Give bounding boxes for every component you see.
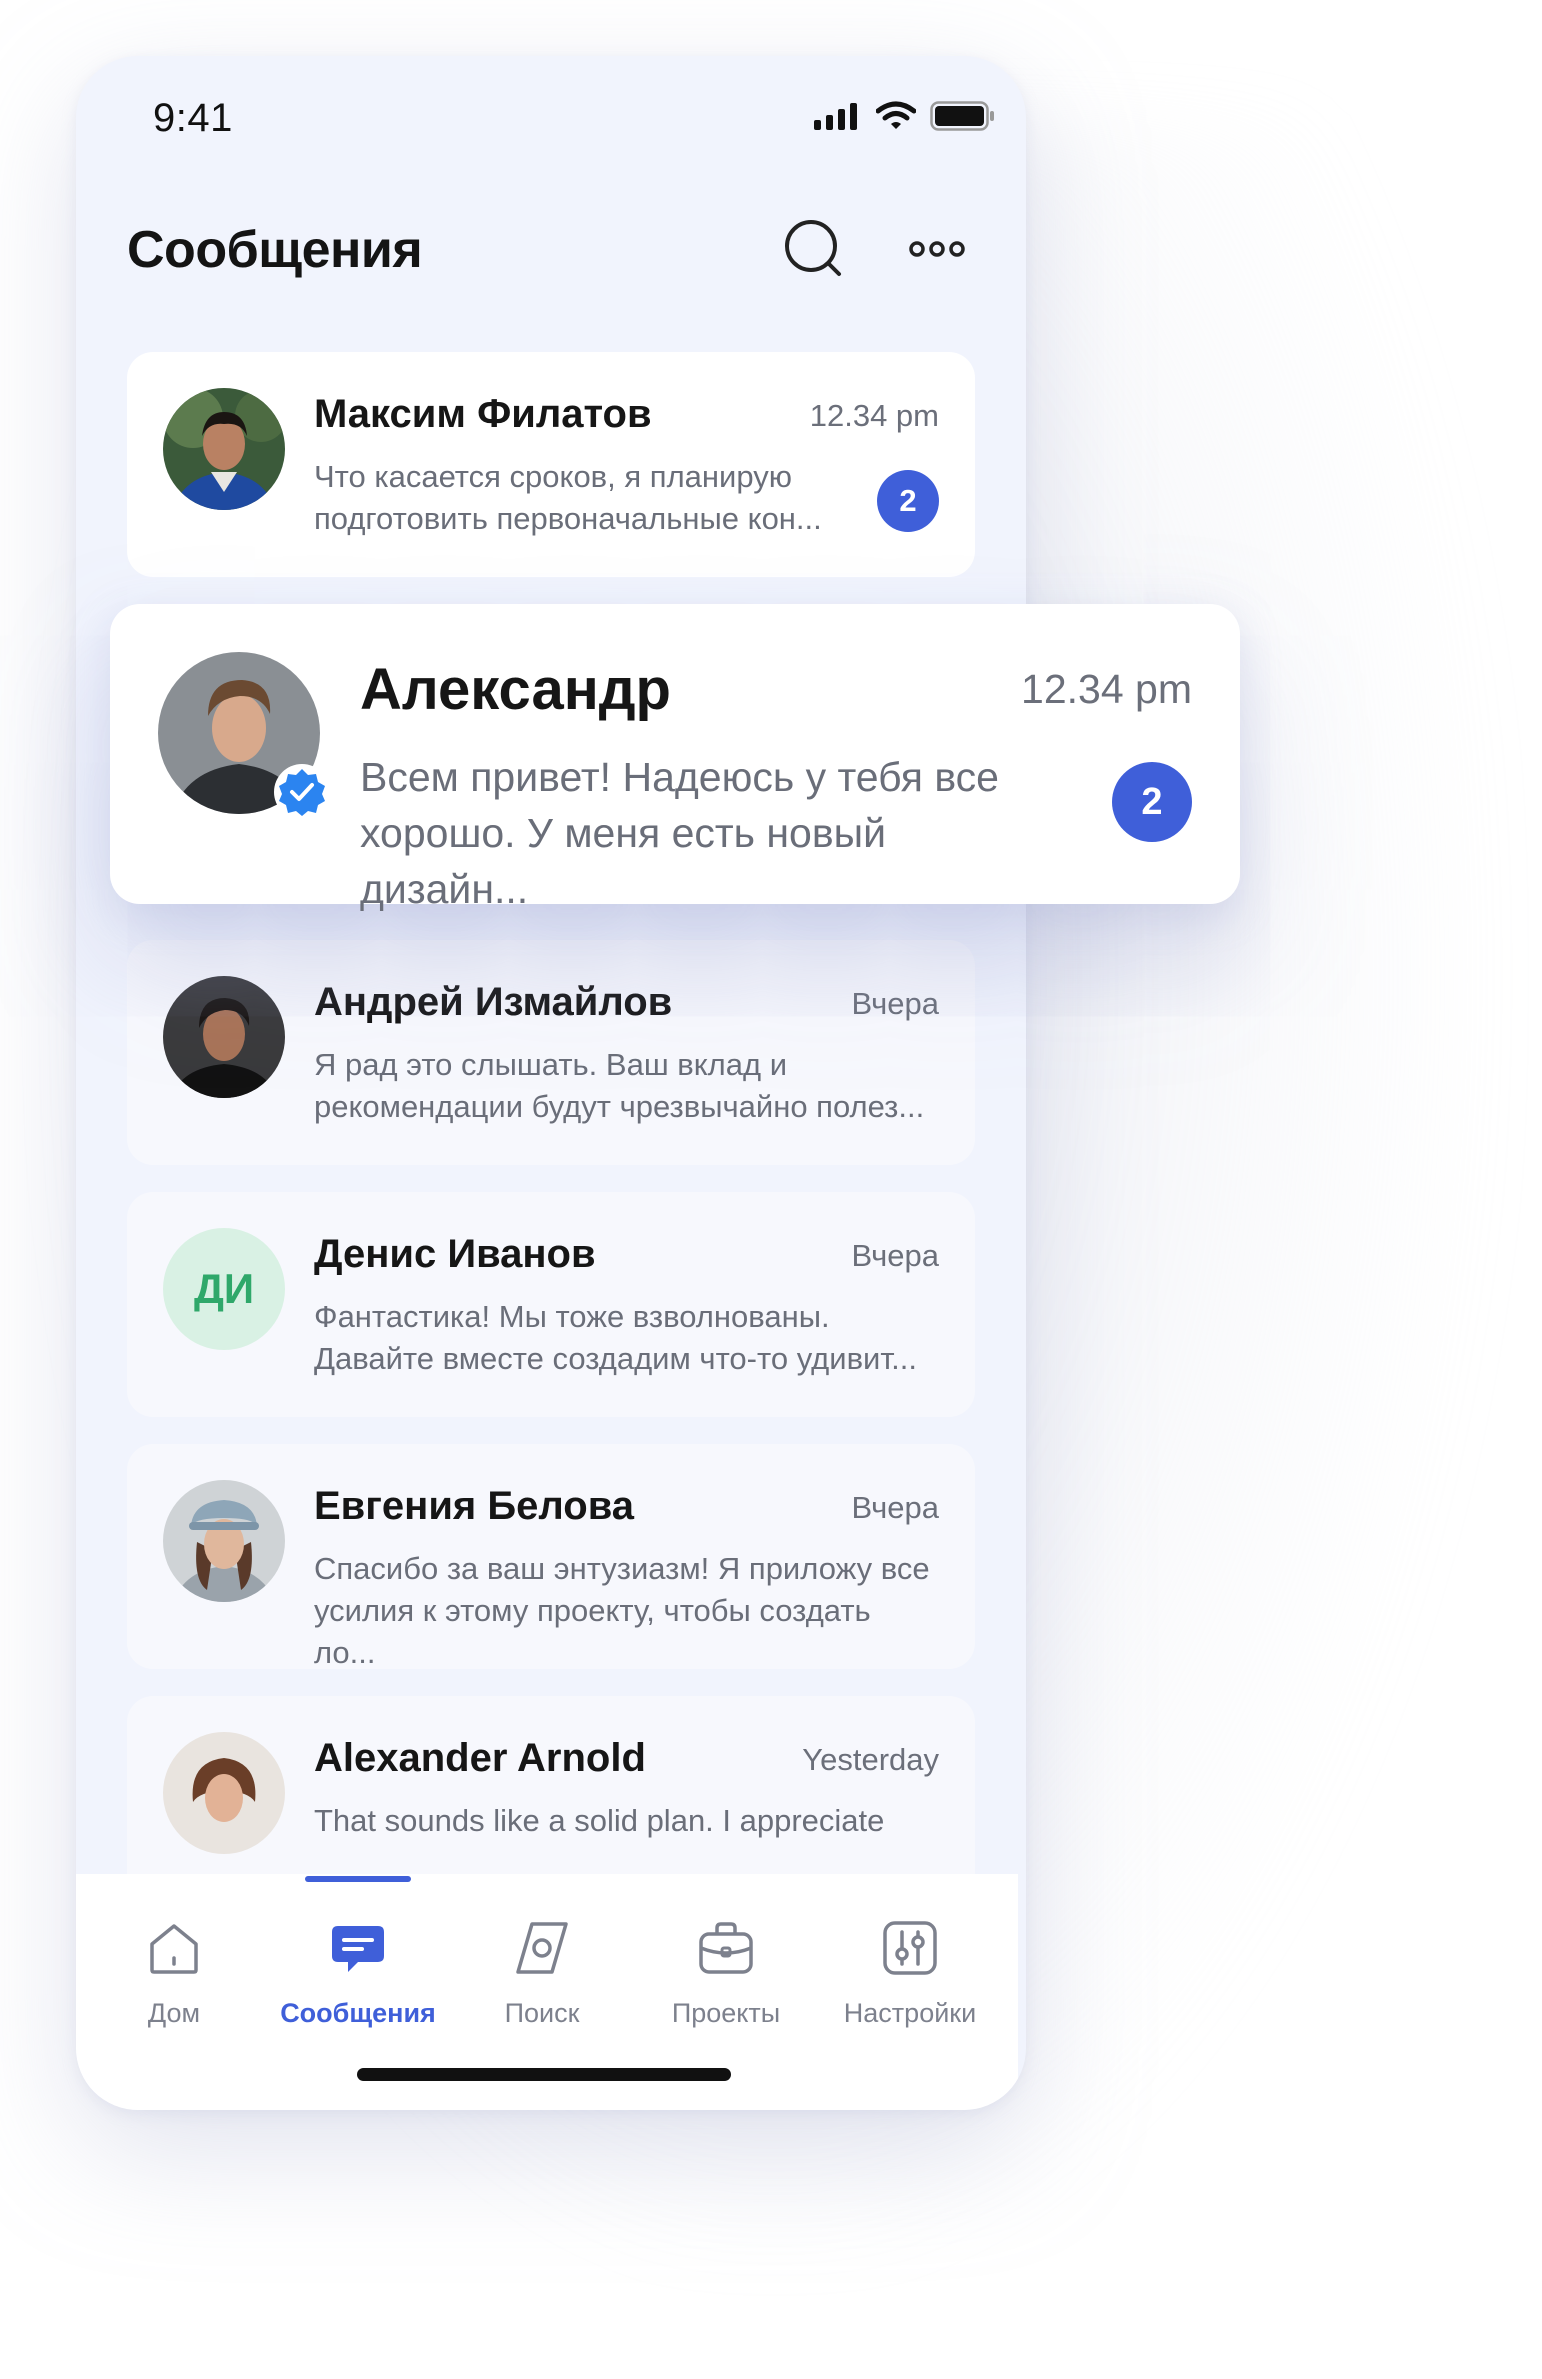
status-icons <box>814 101 996 131</box>
home-indicator <box>357 2068 731 2081</box>
unread-badge: 2 <box>877 470 939 532</box>
nav-home[interactable]: Дом <box>94 1912 254 2029</box>
battery-icon <box>930 101 994 131</box>
verified-badge <box>274 764 330 820</box>
nav-messages[interactable]: Сообщения <box>278 1912 438 2029</box>
nav-search[interactable]: Поиск <box>462 1912 622 2029</box>
status-time: 9:41 <box>153 96 233 140</box>
avatar <box>163 1732 285 1854</box>
chat-name: Александр <box>360 657 671 722</box>
chat-preview: Спасибо за ваш энтузиазм! Я приложу все … <box>314 1551 930 1670</box>
messages-icon <box>332 1926 384 1972</box>
briefcase-icon <box>699 1922 753 1974</box>
search-icon <box>785 220 841 276</box>
active-tab-indicator <box>305 1876 411 1882</box>
avatar <box>163 976 285 1098</box>
chat-name: Андрей Измайлов <box>314 980 673 1024</box>
avatar <box>158 652 330 820</box>
chat-name: Alexander Arnold <box>314 1736 646 1780</box>
chat-item[interactable]: Андрей Измайлов Вчера Я рад это слышать.… <box>127 940 975 1165</box>
avatar <box>163 1480 285 1602</box>
chat-time: Вчера <box>851 1238 939 1273</box>
signal-icon <box>814 103 857 130</box>
nav-label: Проекты <box>671 1998 781 2028</box>
chat-time: Yesterday <box>802 1742 939 1777</box>
chat-name: Денис Иванов <box>314 1232 596 1276</box>
chat-time: Вчера <box>851 1490 939 1525</box>
more-options-button[interactable] <box>902 214 972 284</box>
nav-label: Дом <box>147 1998 201 2028</box>
wifi-icon <box>876 101 916 129</box>
nav-settings[interactable]: Настройки <box>830 1912 990 2029</box>
nav-label: Поиск <box>504 1998 580 2028</box>
chat-time: Вчера <box>851 986 939 1021</box>
chat-preview: Всем привет! Надеюсь у тебя все хорошо. … <box>360 754 999 912</box>
avatar <box>163 388 285 510</box>
nav-label: Настройки <box>843 1998 977 2028</box>
verified-icon <box>279 769 325 816</box>
settings-icon <box>883 1921 937 1975</box>
chat-preview: Я рад это слышать. Ваш вклад и рекоменда… <box>314 1047 925 1124</box>
avatar-initials: ДИ <box>163 1228 285 1350</box>
chat-item[interactable]: Евгения Белова Вчера Спасибо за ваш энту… <box>127 1444 975 1670</box>
chat-item-featured[interactable]: Александр 12.34 pm Всем привет! Надеюсь … <box>110 604 1240 912</box>
chat-name: Евгения Белова <box>314 1484 634 1528</box>
nav-projects[interactable]: Проекты <box>646 1912 806 2029</box>
nav-label: Сообщения <box>280 1998 436 2028</box>
search-button[interactable] <box>779 214 849 284</box>
chat-preview: Фантастика! Мы тоже взволнованы. Давайте… <box>314 1299 917 1376</box>
chat-time: 12.34 pm <box>1021 666 1192 712</box>
chat-name: Максим Филатов <box>314 392 652 436</box>
chat-item[interactable]: Максим Филатов 12.34 pm Что касается сро… <box>127 352 975 577</box>
chat-preview: That sounds like a solid plan. I appreci… <box>314 1803 885 1838</box>
home-icon <box>150 1924 198 1974</box>
unread-badge: 2 <box>1112 762 1192 842</box>
chat-time: 12.34 pm <box>809 398 939 433</box>
more-dots-icon <box>909 241 965 257</box>
explore-icon <box>516 1922 568 1974</box>
chat-preview: Что касается сроков, я планирую подготов… <box>314 459 822 536</box>
page-title: Сообщения <box>127 221 423 279</box>
chat-item[interactable]: ДИ Денис Иванов Вчера Фантастика! Мы тож… <box>127 1192 975 1417</box>
bottom-navigation: Дом Сообщения Поиск Проекты Настройки <box>76 1874 1018 2110</box>
phone-screen: 9:41 Сообщения Максим Филатов 12.34 pm Ч… <box>76 56 1026 2110</box>
